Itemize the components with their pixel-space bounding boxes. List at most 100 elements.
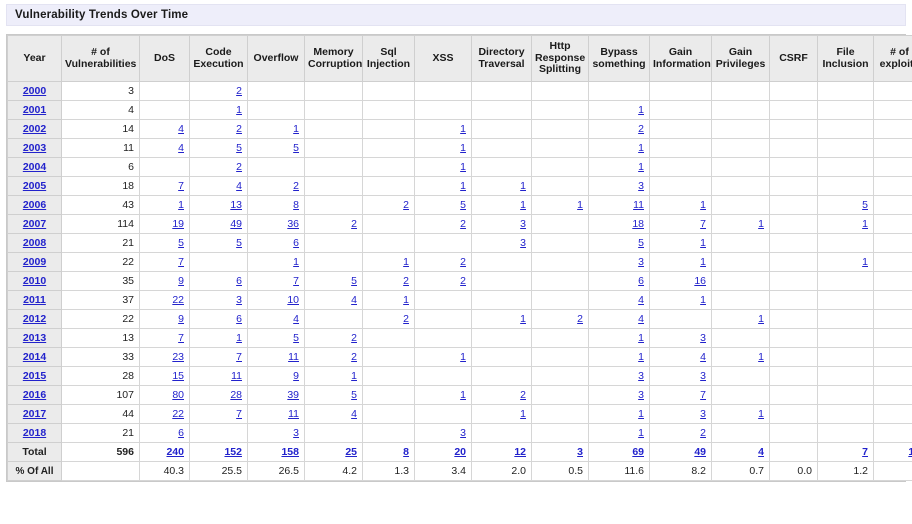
cell-xss[interactable]: 1 — [415, 348, 472, 367]
year-link[interactable]: 2014 — [23, 351, 46, 363]
count-link[interactable]: 4 — [351, 294, 357, 306]
cell-xss[interactable]: 1 — [415, 139, 472, 158]
count-link[interactable]: 1 — [236, 332, 242, 344]
cell-directory-traversal[interactable]: 1 — [472, 177, 532, 196]
cell-overflow[interactable]: 8 — [248, 196, 305, 215]
cell-dos[interactable]: 4 — [140, 139, 190, 158]
count-link[interactable]: 6 — [293, 237, 299, 249]
cell-memory-corruption[interactable]: 2 — [305, 215, 363, 234]
cell-bypass-something[interactable]: 6 — [589, 272, 650, 291]
count-link[interactable]: 3 — [460, 427, 466, 439]
cell-overflow[interactable]: 7 — [248, 272, 305, 291]
count-link[interactable]: 3 — [638, 256, 644, 268]
count-link[interactable]: 3 — [700, 408, 706, 420]
count-link[interactable]: 1 — [862, 218, 868, 230]
cell-dos[interactable]: 9 — [140, 272, 190, 291]
cell-overflow[interactable]: 3 — [248, 424, 305, 443]
row-label-2003[interactable]: 2003 — [8, 139, 62, 158]
cell-code-execution[interactable]: 6 — [190, 310, 248, 329]
count-link[interactable]: 1 — [700, 256, 706, 268]
cell-directory-traversal[interactable]: 12 — [472, 443, 532, 462]
count-link[interactable]: 16 — [694, 275, 706, 287]
cell-overflow[interactable]: 11 — [248, 405, 305, 424]
year-link[interactable]: 2009 — [23, 256, 46, 268]
count-link[interactable]: 5 — [460, 199, 466, 211]
count-link[interactable]: 1 — [700, 237, 706, 249]
row-label-2013[interactable]: 2013 — [8, 329, 62, 348]
cell-memory-corruption[interactable]: 5 — [305, 386, 363, 405]
year-link[interactable]: 2013 — [23, 332, 46, 344]
count-link[interactable]: 1 — [638, 427, 644, 439]
cell-gain-information[interactable]: 2 — [650, 424, 712, 443]
cell-gain-information[interactable]: 3 — [650, 367, 712, 386]
cell-dos[interactable]: 9 — [140, 310, 190, 329]
count-link[interactable]: 5 — [178, 237, 184, 249]
count-link[interactable]: 49 — [230, 218, 242, 230]
count-link[interactable]: 1 — [638, 332, 644, 344]
cell-memory-corruption[interactable]: 2 — [305, 329, 363, 348]
row-label-2011[interactable]: 2011 — [8, 291, 62, 310]
count-link[interactable]: 2 — [577, 313, 583, 325]
cell-overflow[interactable]: 5 — [248, 329, 305, 348]
cell-gain-information[interactable]: 3 — [650, 405, 712, 424]
count-link[interactable]: 3 — [293, 427, 299, 439]
count-link[interactable]: 4 — [236, 180, 242, 192]
cell-xss[interactable]: 1 — [415, 386, 472, 405]
cell-bypass-something[interactable]: 2 — [589, 120, 650, 139]
year-link[interactable]: 2012 — [23, 313, 46, 325]
count-link[interactable]: 1 — [403, 256, 409, 268]
year-link[interactable]: 2015 — [23, 370, 46, 382]
count-link[interactable]: 2 — [236, 85, 242, 97]
cell-code-execution[interactable]: 1 — [190, 329, 248, 348]
count-link[interactable]: 1 — [520, 408, 526, 420]
count-link[interactable]: 1 — [520, 313, 526, 325]
cell-overflow[interactable]: 6 — [248, 234, 305, 253]
column-header-of-vulnerabilities[interactable]: # ofVulnerabilities — [62, 36, 140, 82]
cell-overflow[interactable]: 9 — [248, 367, 305, 386]
cell-memory-corruption[interactable]: 4 — [305, 291, 363, 310]
count-link[interactable]: 5 — [351, 275, 357, 287]
count-link[interactable]: 2 — [403, 313, 409, 325]
count-link[interactable]: 1 — [758, 313, 764, 325]
cell-directory-traversal[interactable]: 1 — [472, 310, 532, 329]
count-link[interactable]: 2 — [460, 275, 466, 287]
cell-code-execution[interactable]: 3 — [190, 291, 248, 310]
count-link[interactable]: 1 — [293, 256, 299, 268]
cell-directory-traversal[interactable]: 2 — [472, 386, 532, 405]
cell-dos[interactable]: 7 — [140, 177, 190, 196]
cell-gain-information[interactable]: 4 — [650, 348, 712, 367]
count-link[interactable]: 1 — [700, 294, 706, 306]
cell-bypass-something[interactable]: 3 — [589, 177, 650, 196]
count-link[interactable]: 3 — [638, 389, 644, 401]
cell-http-response-splitting[interactable]: 1 — [532, 196, 589, 215]
year-link[interactable]: 2017 — [23, 408, 46, 420]
count-link[interactable]: 4 — [178, 123, 184, 135]
year-link[interactable]: 2006 — [23, 199, 46, 211]
count-link[interactable]: 13 — [230, 199, 242, 211]
column-header-code-execution[interactable]: CodeExecution — [190, 36, 248, 82]
row-label-2004[interactable]: 2004 — [8, 158, 62, 177]
count-link[interactable]: 1 — [460, 161, 466, 173]
count-link[interactable]: 2 — [460, 218, 466, 230]
cell-xss[interactable]: 1 — [415, 158, 472, 177]
cell-code-execution[interactable]: 2 — [190, 158, 248, 177]
count-link[interactable]: 152 — [224, 446, 242, 458]
cell-code-execution[interactable]: 5 — [190, 234, 248, 253]
count-link[interactable]: 2 — [236, 123, 242, 135]
count-link[interactable]: 11 — [231, 370, 242, 382]
cell-gain-information[interactable]: 16 — [650, 272, 712, 291]
column-header-of-exploits[interactable]: # ofexploits — [874, 36, 912, 82]
count-link[interactable]: 1 — [293, 123, 299, 135]
count-link[interactable]: 7 — [178, 332, 184, 344]
count-link[interactable]: 1 — [862, 256, 868, 268]
cell-bypass-something[interactable]: 1 — [589, 101, 650, 120]
count-link[interactable]: 7 — [236, 351, 242, 363]
column-header-memory-corruption[interactable]: MemoryCorruption — [305, 36, 363, 82]
count-link[interactable]: 10 — [287, 294, 299, 306]
count-link[interactable]: 2 — [351, 332, 357, 344]
row-label-2014[interactable]: 2014 — [8, 348, 62, 367]
row-label-2009[interactable]: 2009 — [8, 253, 62, 272]
count-link[interactable]: 6 — [178, 427, 184, 439]
count-link[interactable]: 4 — [293, 313, 299, 325]
column-header-year[interactable]: Year — [8, 36, 62, 82]
